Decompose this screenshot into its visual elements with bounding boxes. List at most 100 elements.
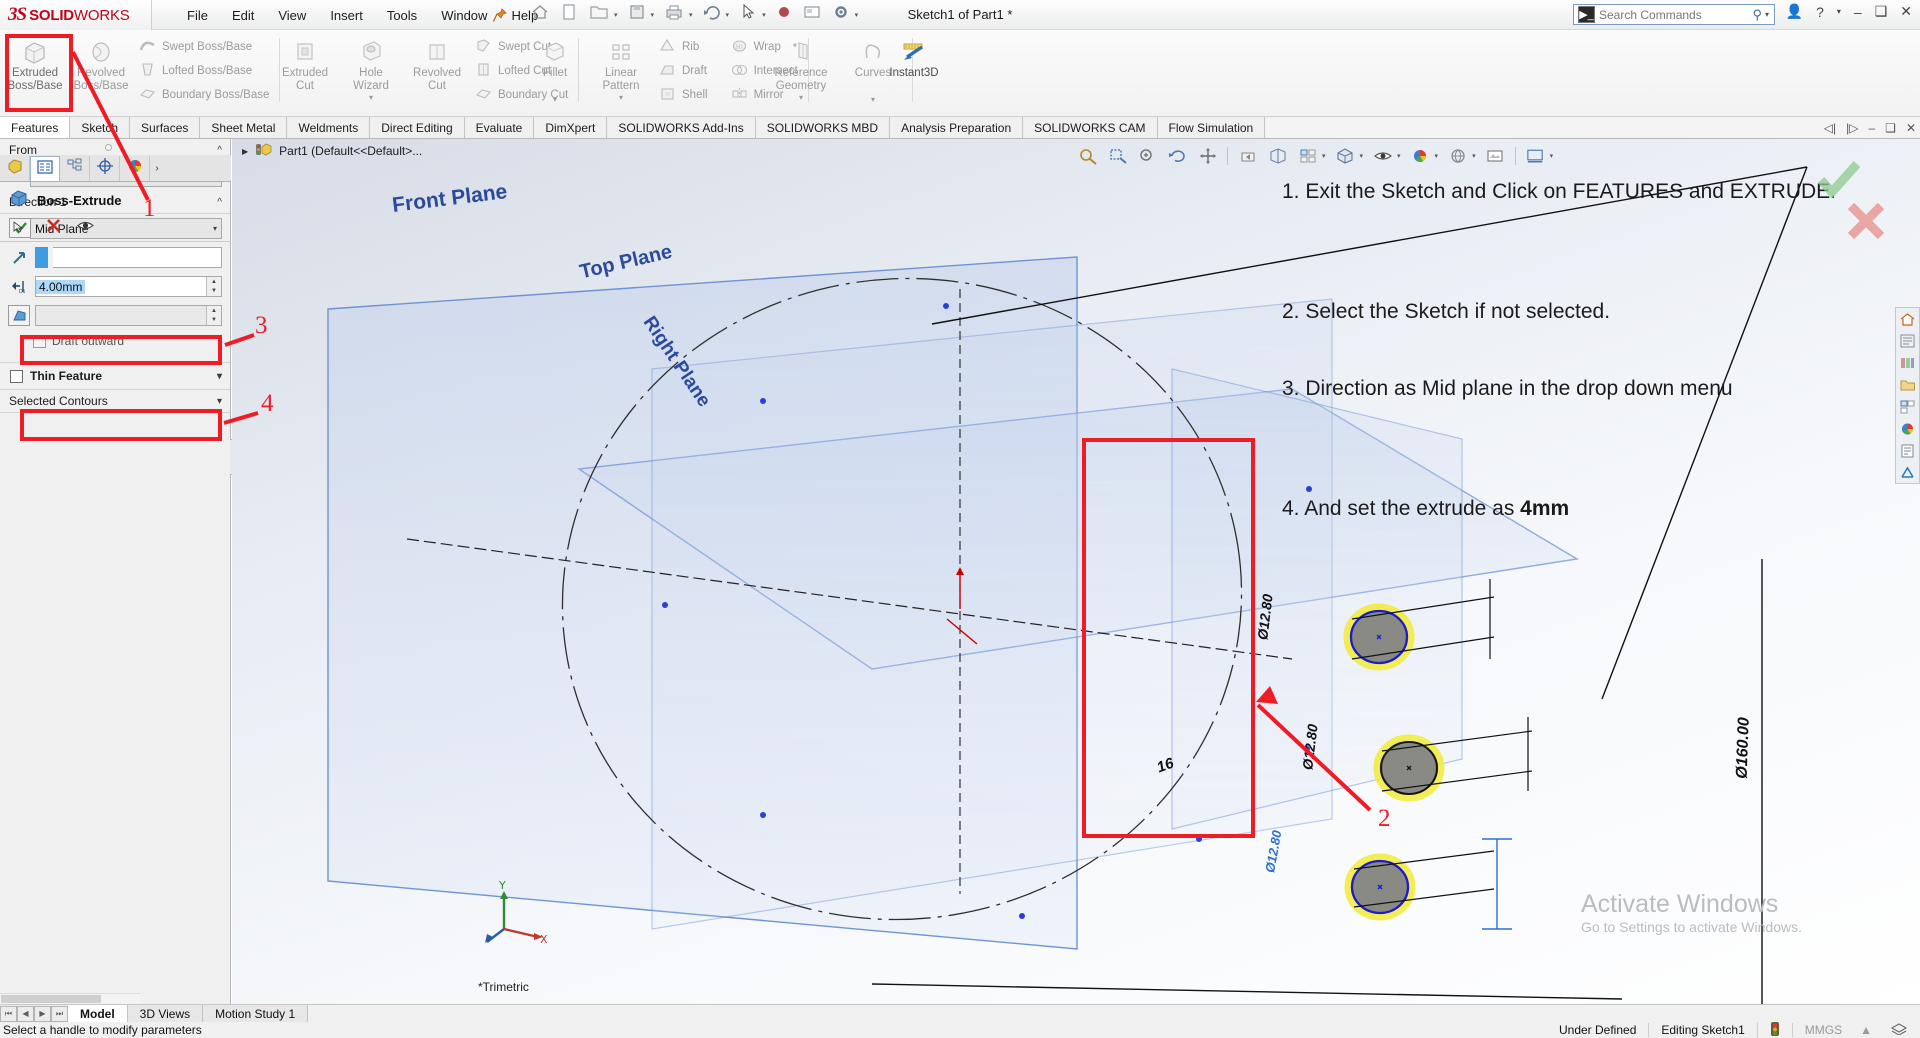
tab-solidworks-add-ins[interactable]: SOLIDWORKS Add-Ins bbox=[607, 117, 756, 138]
thin-feature-row[interactable]: Thin Feature ▾ bbox=[0, 362, 230, 390]
help-icon[interactable]: ? bbox=[1816, 4, 1824, 20]
direction-color-bar bbox=[35, 247, 48, 268]
restore-button[interactable]: ❑ bbox=[1875, 3, 1888, 20]
nav-last-button[interactable]: ⏭ bbox=[51, 1005, 68, 1022]
boundary-boss-base-button[interactable]: Boundary Boss/Base bbox=[134, 84, 273, 105]
draft-angle-spinner[interactable]: ▲ ▼ bbox=[206, 306, 221, 325]
bottom-tab-motion-study[interactable]: Motion Study 1 bbox=[203, 1005, 309, 1022]
close-button[interactable]: ✕ bbox=[1900, 3, 1912, 20]
view-name-label: *Trimetric bbox=[478, 980, 529, 994]
revolved-cut-button[interactable]: Revolved Cut bbox=[404, 30, 470, 117]
dimension-overall-diameter[interactable]: Ø160.00 bbox=[1734, 717, 1754, 779]
linear-pattern-caret-icon[interactable]: ▾ bbox=[619, 92, 623, 105]
swept-boss-base-button[interactable]: Swept Boss/Base bbox=[134, 36, 273, 57]
tab-surfaces[interactable]: Surfaces bbox=[130, 117, 201, 138]
reverse-direction-icon[interactable] bbox=[8, 247, 30, 268]
callout-number-3: 3 bbox=[255, 312, 268, 339]
instant3d-button[interactable]: Instant3D bbox=[875, 30, 953, 117]
annotation-box-4 bbox=[20, 409, 222, 441]
tab-solidworks-cam[interactable]: SOLIDWORKS CAM bbox=[1023, 117, 1158, 138]
tab-sketch[interactable]: Sketch bbox=[70, 117, 131, 138]
doc-restore-button[interactable]: ❑ bbox=[1885, 121, 1896, 135]
ribbon-tab-strip: Features Sketch Surfaces Sheet Metal Wel… bbox=[0, 117, 1920, 139]
dimxpert-manager-tab[interactable] bbox=[90, 156, 120, 181]
tab-flow-simulation[interactable]: Flow Simulation bbox=[1157, 117, 1266, 138]
status-units[interactable]: MMGS bbox=[1791, 1023, 1854, 1037]
revolved-boss-base-button[interactable]: Revolved Boss/Base bbox=[68, 30, 134, 117]
panel-pin-dot[interactable] bbox=[105, 144, 112, 151]
depth-spinner[interactable]: ▲ ▼ bbox=[206, 277, 221, 296]
feature-manager-tab[interactable] bbox=[0, 156, 30, 181]
extruded-cut-button[interactable]: Extruded Cut bbox=[272, 30, 338, 117]
search-commands-box[interactable]: ▶_ Search Commands ⚲ ▾ bbox=[1573, 4, 1775, 25]
nav-next-button[interactable]: ▶ bbox=[34, 1005, 51, 1022]
shell-button[interactable]: Shell bbox=[654, 84, 712, 105]
linear-pattern-button[interactable]: Linear Pattern ▾ bbox=[588, 30, 654, 117]
direction-of-extrusion-field[interactable] bbox=[53, 247, 222, 268]
fillet-caret-icon[interactable]: ▾ bbox=[553, 94, 557, 107]
horizontal-scrollbar[interactable] bbox=[0, 993, 140, 1004]
lofted-boss-label: Lofted Boss/Base bbox=[162, 64, 253, 77]
revolved-boss-label-1: Revolved bbox=[77, 67, 125, 79]
doc-next-icon[interactable]: |▷ bbox=[1846, 121, 1858, 135]
chevron-up-icon-from[interactable]: ^ bbox=[217, 145, 222, 156]
caret-up-icon[interactable]: ▲ bbox=[1854, 1023, 1878, 1037]
doc-minimize-button[interactable]: – bbox=[1868, 121, 1875, 135]
minimize-button[interactable]: – bbox=[1854, 4, 1862, 20]
property-manager-tab[interactable] bbox=[30, 156, 60, 181]
thin-feature-checkbox[interactable] bbox=[10, 369, 23, 383]
preview-eye-icon[interactable] bbox=[76, 218, 95, 238]
rib-button[interactable]: Rib bbox=[654, 36, 712, 57]
bottom-tab-3d-views[interactable]: 3D Views bbox=[127, 1005, 204, 1022]
help-caret-icon[interactable]: ▾ bbox=[1837, 7, 1841, 16]
revolved-boss-label-2: Boss/Base bbox=[73, 79, 129, 92]
nav-first-button[interactable]: ⏮ bbox=[0, 1005, 17, 1022]
fillet-button[interactable]: Fillet ▾ bbox=[522, 30, 588, 117]
nav-prev-button[interactable]: ◀ bbox=[17, 1005, 34, 1022]
tab-evaluate[interactable]: Evaluate bbox=[464, 117, 535, 138]
tab-features[interactable]: Features bbox=[0, 117, 71, 138]
draft-angle-input[interactable]: ▲ ▼ bbox=[35, 305, 222, 326]
hole-wizard-caret-icon[interactable]: ▾ bbox=[369, 92, 373, 105]
cancel-x-icon[interactable] bbox=[45, 217, 62, 239]
chevron-down-icon-thin-feature[interactable]: ▾ bbox=[217, 371, 222, 382]
tab-analysis-preparation[interactable]: Analysis Preparation bbox=[890, 117, 1024, 138]
search-caret-icon[interactable]: ▾ bbox=[1765, 10, 1769, 19]
doc-prev-icon[interactable]: ◁| bbox=[1824, 121, 1836, 135]
display-manager-tab[interactable] bbox=[120, 156, 150, 181]
ok-check-icon[interactable] bbox=[9, 218, 31, 238]
draft-button[interactable]: Draft bbox=[654, 60, 712, 81]
tab-dimxpert[interactable]: DimXpert bbox=[534, 117, 608, 138]
configuration-manager-tab[interactable] bbox=[60, 156, 90, 181]
depth-input[interactable]: 4.00mm ▲ ▼ bbox=[35, 276, 222, 297]
doc-close-button[interactable]: ✕ bbox=[1906, 121, 1916, 135]
hole-3 bbox=[1344, 853, 1416, 921]
display-manager-icon bbox=[126, 157, 144, 180]
graphics-viewport[interactable]: ▶ Part1 (Default<<Default>... ▾ ▾ ▾ ▾ ▾ bbox=[232, 139, 1920, 1010]
tab-weldments[interactable]: Weldments bbox=[287, 117, 371, 138]
reference-geometry-button[interactable]: Reference Geometry ▾ bbox=[762, 30, 840, 117]
linear-pattern-icon bbox=[606, 37, 636, 67]
boss-base-small-list: Swept Boss/Base Lofted Boss/Base Boundar… bbox=[134, 30, 273, 117]
reference-geometry-caret-icon[interactable]: ▾ bbox=[799, 92, 803, 105]
revolved-cut-label-1: Revolved bbox=[413, 67, 461, 79]
hole-wizard-button[interactable]: Hole Wizard ▾ bbox=[338, 30, 404, 117]
chevron-down-icon-selected-contours[interactable]: ▾ bbox=[217, 396, 222, 407]
depth-icon: D1 bbox=[8, 276, 30, 297]
lofted-boss-base-button[interactable]: Lofted Boss/Base bbox=[134, 60, 273, 81]
tab-direct-editing[interactable]: Direct Editing bbox=[370, 117, 465, 138]
search-input[interactable]: Search Commands bbox=[1599, 8, 1752, 22]
search-icon[interactable]: ⚲ bbox=[1752, 7, 1762, 23]
draft-angle-row: ▲ ▼ bbox=[0, 301, 230, 330]
svg-text:D1: D1 bbox=[19, 289, 26, 295]
instruction-note-4-bold: 4mm bbox=[1520, 497, 1570, 520]
callout-number-2: 2 bbox=[1378, 805, 1391, 832]
tab-solidworks-mbd[interactable]: SOLIDWORKS MBD bbox=[755, 117, 891, 138]
manager-tab-overflow[interactable]: › bbox=[150, 156, 164, 181]
tab-sheet-metal[interactable]: Sheet Metal bbox=[200, 117, 288, 138]
layers-icon[interactable] bbox=[1878, 1022, 1920, 1038]
property-manager-title: Boss-Extrude bbox=[0, 187, 231, 213]
bottom-tab-model[interactable]: Model bbox=[68, 1005, 128, 1022]
draft-angle-icon[interactable] bbox=[8, 305, 30, 326]
user-account-icon[interactable]: 👤 bbox=[1786, 3, 1803, 20]
